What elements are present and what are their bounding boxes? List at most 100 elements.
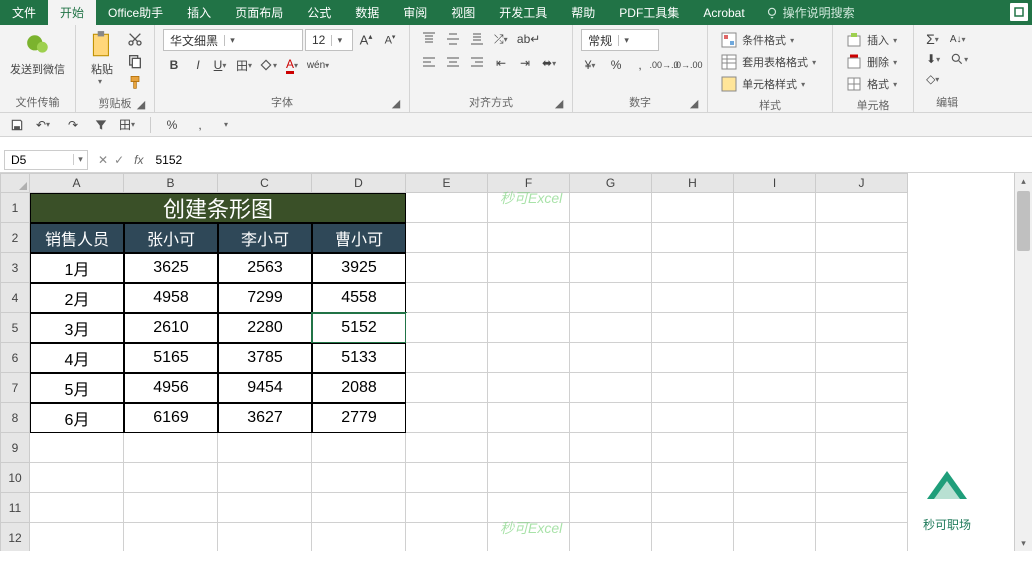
cell[interactable] xyxy=(570,403,652,433)
cell[interactable] xyxy=(734,523,816,551)
cell[interactable]: 6169 xyxy=(124,403,218,433)
cell[interactable] xyxy=(816,373,908,403)
cell[interactable]: 3月 xyxy=(30,313,124,343)
cell[interactable]: 7299 xyxy=(218,283,312,313)
decrease-decimal-button[interactable]: .0→.00 xyxy=(677,55,699,75)
delete-cells-button[interactable]: 删除▾ xyxy=(841,51,905,73)
cell[interactable]: 4958 xyxy=(124,283,218,313)
cell[interactable] xyxy=(30,523,124,551)
cell[interactable]: 5165 xyxy=(124,343,218,373)
tab-office-assistant[interactable]: Office助手 xyxy=(96,0,175,25)
cell[interactable] xyxy=(652,373,734,403)
qat-save-button[interactable] xyxy=(6,115,28,135)
row-header[interactable]: 5 xyxy=(0,313,30,343)
cell[interactable] xyxy=(488,223,570,253)
cell[interactable] xyxy=(406,253,488,283)
conditional-formatting-button[interactable]: 条件格式▾ xyxy=(716,29,824,51)
cell[interactable] xyxy=(734,463,816,493)
column-header[interactable]: D xyxy=(312,173,406,193)
cell[interactable] xyxy=(570,373,652,403)
cell[interactable]: 9454 xyxy=(218,373,312,403)
cell[interactable] xyxy=(816,343,908,373)
qat-redo-button[interactable]: ↷ xyxy=(62,115,84,135)
cell[interactable] xyxy=(734,313,816,343)
cell[interactable]: 销售人员 xyxy=(30,223,124,253)
find-select-button[interactable]: ▾ xyxy=(950,49,972,69)
cell[interactable] xyxy=(816,253,908,283)
cell[interactable] xyxy=(734,193,816,223)
cell[interactable]: 5152 xyxy=(312,313,406,343)
cancel-formula-button[interactable]: ✕ xyxy=(98,153,108,167)
ribbon-display-options[interactable] xyxy=(1010,3,1028,21)
cell[interactable] xyxy=(218,523,312,551)
format-cells-button[interactable]: 格式▾ xyxy=(841,73,905,95)
orientation-button[interactable]: ⤮▾ xyxy=(490,29,516,49)
wrap-text-button[interactable]: ab↵ xyxy=(518,29,540,49)
cell[interactable] xyxy=(124,463,218,493)
cell[interactable] xyxy=(488,253,570,283)
fill-button[interactable]: ⬇▾ xyxy=(922,49,948,69)
font-color-button[interactable]: A▾ xyxy=(283,55,305,75)
cell[interactable] xyxy=(570,523,652,551)
cell[interactable] xyxy=(816,403,908,433)
cell[interactable] xyxy=(816,523,908,551)
row-header[interactable]: 1 xyxy=(0,193,30,223)
tab-developer[interactable]: 开发工具 xyxy=(487,0,559,25)
cell[interactable] xyxy=(488,373,570,403)
clipboard-launcher[interactable]: ◢ xyxy=(134,97,148,111)
cell[interactable]: 6月 xyxy=(30,403,124,433)
tab-pdf-tools[interactable]: PDF工具集 xyxy=(607,0,691,25)
tab-page-layout[interactable]: 页面布局 xyxy=(223,0,295,25)
increase-indent-button[interactable]: ⇥ xyxy=(514,53,536,73)
row-header[interactable]: 4 xyxy=(0,283,30,313)
cell[interactable] xyxy=(570,343,652,373)
cell[interactable] xyxy=(652,433,734,463)
cell[interactable] xyxy=(652,313,734,343)
cell[interactable] xyxy=(124,433,218,463)
percent-format-button[interactable]: % xyxy=(605,55,627,75)
increase-decimal-button[interactable]: .00→.0 xyxy=(653,55,675,75)
tab-review[interactable]: 审阅 xyxy=(391,0,439,25)
cell[interactable] xyxy=(488,283,570,313)
cell[interactable] xyxy=(734,223,816,253)
cell[interactable] xyxy=(124,523,218,551)
cell[interactable]: 4558 xyxy=(312,283,406,313)
cell[interactable] xyxy=(570,493,652,523)
merge-center-button[interactable]: ⬌▾ xyxy=(538,53,564,73)
italic-button[interactable]: I xyxy=(187,55,209,75)
cell[interactable] xyxy=(30,463,124,493)
qat-customize-button[interactable]: ▾ xyxy=(217,115,239,135)
tab-formulas[interactable]: 公式 xyxy=(295,0,343,25)
column-header[interactable]: I xyxy=(734,173,816,193)
cell[interactable] xyxy=(406,223,488,253)
cell[interactable] xyxy=(816,193,908,223)
cell[interactable] xyxy=(734,433,816,463)
comma-format-button[interactable]: , xyxy=(629,55,651,75)
number-launcher[interactable]: ◢ xyxy=(687,96,701,110)
align-right-button[interactable] xyxy=(466,53,488,73)
cell[interactable] xyxy=(124,493,218,523)
cell[interactable] xyxy=(406,193,488,223)
cell[interactable] xyxy=(312,433,406,463)
align-center-button[interactable] xyxy=(442,53,464,73)
number-format-combo[interactable]: 常规▾ xyxy=(581,29,659,51)
column-header[interactable]: C xyxy=(218,173,312,193)
cell[interactable]: 4956 xyxy=(124,373,218,403)
cell[interactable] xyxy=(406,403,488,433)
tab-insert[interactable]: 插入 xyxy=(175,0,223,25)
row-header[interactable]: 10 xyxy=(0,463,30,493)
tab-help[interactable]: 帮助 xyxy=(559,0,607,25)
fill-color-button[interactable]: ▾ xyxy=(259,55,281,75)
cell-styles-button[interactable]: 单元格样式▾ xyxy=(716,73,824,95)
underline-button[interactable]: U▾ xyxy=(211,55,233,75)
cell[interactable] xyxy=(734,283,816,313)
select-all-corner[interactable] xyxy=(0,173,30,193)
borders-button[interactable]: 田▾ xyxy=(235,55,257,75)
cell[interactable] xyxy=(406,463,488,493)
cell[interactable] xyxy=(652,223,734,253)
sort-filter-button[interactable]: A↓▾ xyxy=(949,29,971,49)
cell[interactable]: 5133 xyxy=(312,343,406,373)
cell[interactable] xyxy=(218,493,312,523)
cell[interactable] xyxy=(30,493,124,523)
fx-button[interactable]: fx xyxy=(134,153,143,167)
